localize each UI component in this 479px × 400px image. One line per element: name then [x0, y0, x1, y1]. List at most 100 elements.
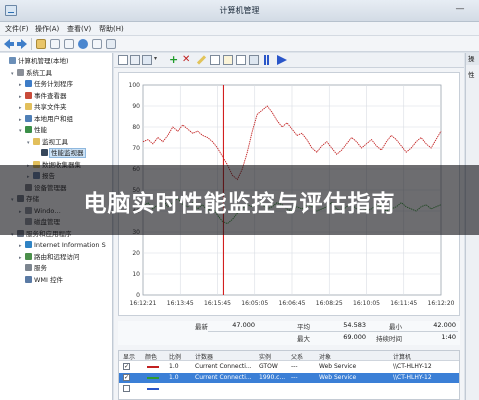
freeze-display-icon[interactable] [264, 55, 266, 65]
update-data-icon[interactable] [277, 55, 287, 65]
legend-cell-computer: \\CT-HLHY-12 [393, 363, 432, 370]
tree-item[interactable]: ▸ 任务计划程序 [19, 79, 73, 90]
main-toolbar [0, 36, 479, 52]
legend-cell-counter: Current Connecti... [195, 363, 252, 370]
stat-last-value: 47.000 [232, 321, 255, 329]
color-swatch [147, 366, 159, 368]
zoom-icon[interactable] [249, 55, 259, 65]
tree-item-label: 任务计划程序 [34, 80, 73, 88]
tree-item-label: 事件查看器 [34, 91, 67, 100]
tree-item-label: 性能监视器 [49, 148, 86, 158]
y-tick-label: 90 [132, 103, 140, 110]
legend-column-header[interactable]: 计数器 [195, 352, 213, 361]
stat-duration: 持续时间 1:40 [376, 333, 456, 343]
monitor-icon [41, 149, 48, 156]
stat-maximum: 最大 69.000 [297, 333, 366, 343]
legend-column-header[interactable]: 实例 [259, 352, 271, 361]
tools-icon [17, 68, 24, 76]
legend-column-header[interactable]: 对象 [319, 352, 331, 361]
tree-item-label: 监视工具 [42, 137, 68, 146]
performance-icon [25, 126, 32, 133]
tree-item[interactable]: 服务 [19, 263, 47, 274]
stat-average-label: 平均 [297, 323, 310, 331]
x-tick-label: 16:15:45 [204, 300, 231, 307]
copy-properties-icon[interactable] [210, 55, 220, 65]
show-checkbox[interactable]: ✓ [123, 374, 130, 381]
tree-item[interactable]: ▸ Internet Information S [19, 240, 106, 251]
counter-legend-table: 显示 颜色 比例 计数器 实例 父系 对象 计算机 ✓ 1.0 Current Connecti..… [118, 350, 460, 400]
tree-item[interactable]: ▸ 路由和远程访问 [19, 252, 80, 263]
menu-help[interactable]: 帮助(H) [99, 24, 124, 34]
users-icon [25, 114, 32, 122]
tree-item[interactable]: ▸ 本地用户和组 [19, 114, 73, 125]
show-checkbox[interactable]: ✓ [123, 363, 130, 370]
legend-cell-parent: --- [291, 363, 298, 370]
tree-item-label: 本地用户和组 [34, 114, 73, 123]
paste-counter-list-icon[interactable] [223, 55, 233, 65]
toolbar-separator [31, 38, 32, 50]
highlight-icon[interactable] [196, 55, 207, 65]
legend-row[interactable]: ✓ 1.0 Current Connecti... 1990.c... --- Web S… [119, 373, 459, 383]
tree-item[interactable]: ▾ 系统工具 [11, 68, 52, 79]
delete-counter-icon[interactable]: ✕ [182, 55, 192, 65]
tree-item-label: 服务 [34, 264, 47, 272]
stat-minimum-value: 42.000 [433, 321, 456, 329]
tree-item[interactable]: ▾ 性能 [19, 125, 47, 136]
legend-cell-instance: GTOW [259, 363, 278, 370]
menu-file[interactable]: 文件(F) [5, 24, 29, 34]
view-current-activity-icon[interactable] [118, 55, 128, 65]
tree-item-label: 系统工具 [26, 68, 52, 77]
help-icon[interactable] [78, 39, 88, 49]
legend-column-header[interactable]: 颜色 [145, 352, 157, 361]
folder-up-icon[interactable] [36, 39, 46, 49]
forward-icon[interactable] [17, 39, 27, 49]
show-checkbox[interactable] [123, 385, 130, 392]
tree-item[interactable]: ▸ 共享文件夹 [19, 102, 67, 113]
tree-item-label: Internet Information S [34, 241, 106, 249]
tree-item[interactable]: ▾ 监视工具 [27, 137, 68, 148]
clock-icon [25, 80, 32, 87]
show-hide-tree-icon[interactable] [50, 39, 60, 49]
stat-last-label: 最新 [195, 323, 208, 331]
add-counter-icon[interactable]: + [169, 54, 179, 65]
x-tick-label: 16:12:21 [130, 300, 157, 307]
tree-item-label: 性能 [34, 126, 47, 134]
tree-item[interactable]: 性能监视器 [35, 148, 86, 159]
menu-action[interactable]: 操作(A) [35, 24, 59, 34]
minimize-button[interactable]: — [451, 4, 469, 16]
legend-cell-object: Web Service [319, 363, 357, 370]
tree-item-label: WMI 控件 [34, 275, 64, 284]
x-tick-label: 16:05:05 [241, 300, 268, 307]
tree-item[interactable]: WMI 控件 [19, 275, 63, 286]
tree-item[interactable]: 计算机管理(本地) [3, 56, 69, 67]
properties-icon[interactable] [64, 39, 74, 49]
gear-icon [25, 264, 32, 271]
menu-view[interactable]: 查看(V) [67, 24, 91, 34]
change-graph-type-icon[interactable] [142, 55, 152, 65]
view-icon[interactable] [106, 39, 116, 49]
legend-column-header[interactable]: 计算机 [393, 352, 411, 361]
legend-row[interactable] [119, 384, 459, 394]
legend-column-header[interactable]: 父系 [291, 352, 303, 361]
x-tick-label: 16:06:45 [279, 300, 306, 307]
y-tick-label: 100 [129, 82, 141, 89]
actions-pane-item[interactable]: 性 [468, 69, 475, 79]
chevron-down-icon[interactable]: ▾ [154, 55, 164, 65]
legend-column-header[interactable]: 显示 [123, 352, 135, 361]
legend-cell-counter: Current Connecti... [195, 374, 252, 381]
legend-row[interactable]: ✓ 1.0 Current Connecti... GTOW --- Web Servic… [119, 362, 459, 372]
back-icon[interactable] [4, 39, 14, 49]
folder-icon [25, 103, 32, 110]
export-list-icon[interactable] [92, 39, 102, 49]
legend-column-header[interactable]: 比例 [169, 352, 181, 361]
stat-minimum: 最小 42.000 [389, 321, 456, 331]
view-log-data-icon[interactable] [130, 55, 140, 65]
tree-item-label: 计算机管理(本地) [18, 57, 69, 65]
properties-icon[interactable] [236, 55, 246, 65]
tree-item[interactable]: ▸ 事件查看器 [19, 91, 67, 102]
legend-cell-scale: 1.0 [169, 374, 179, 381]
computer-icon [9, 57, 16, 64]
y-tick-label: 70 [132, 145, 140, 152]
legend-cell-instance: 1990.c... [259, 374, 286, 381]
stat-duration-label: 持续时间 [376, 335, 402, 343]
